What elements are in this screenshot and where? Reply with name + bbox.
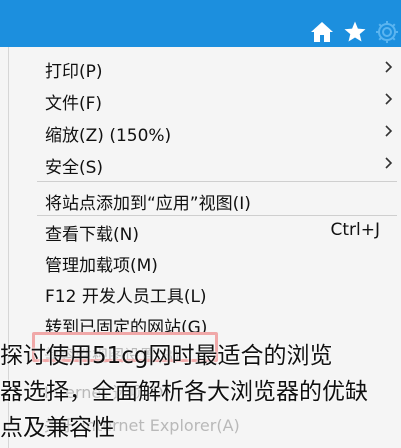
home-icon[interactable] [310, 20, 334, 44]
menu-item-shortcut: Ctrl+J [330, 220, 380, 240]
caption-line-2: 器选择，全面解析各大浏览器的优缺 [0, 379, 368, 405]
menu-item-add-site-to-apps[interactable]: 将站点添加到“应用”视图(I) [9, 184, 401, 216]
menu-item-label: 管理加载项(M) [45, 256, 158, 276]
chevron-right-icon [385, 157, 393, 169]
menu-item-label: 安全(S) [45, 158, 104, 178]
toolbar [0, 0, 401, 47]
menu-item-safety[interactable]: 安全(S) [9, 148, 401, 180]
caption-line-3: 点及兼容性 [0, 415, 115, 441]
menu-item-print[interactable]: 打印(P) [9, 52, 401, 84]
menu-item-manage-addons[interactable]: 管理加载项(M) [9, 246, 401, 278]
chevron-right-icon [385, 125, 393, 137]
menu-item-label: 查看下载(N) [45, 225, 139, 245]
caption-line-1: 探讨使用51cg网时最适合的浏览 [0, 343, 333, 369]
star-icon[interactable] [343, 20, 367, 44]
menu-item-label: 文件(F) [45, 94, 103, 114]
menu-item-file[interactable]: 文件(F) [9, 84, 401, 116]
menu-item-view-downloads[interactable]: 查看下载(N) Ctrl+J [9, 215, 401, 247]
menu-separator [37, 181, 397, 182]
menu-item-label: 将站点添加到“应用”视图(I) [45, 194, 251, 214]
menu-item-f12-devtools[interactable]: F12 开发人员工具(L) [9, 277, 401, 309]
chevron-right-icon [385, 93, 393, 105]
menu-item-label: F12 开发人员工具(L) [45, 287, 207, 307]
chevron-right-icon [385, 61, 393, 73]
menu-item-zoom[interactable]: 缩放(Z) (150%) [9, 116, 401, 148]
menu-item-label: 打印(P) [45, 62, 103, 82]
caption-overlay: 探讨使用51cg网时最适合的浏览 器选择，全面解析各大浏览器的优缺 点及兼容性 [0, 330, 401, 448]
gear-icon[interactable] [375, 20, 399, 44]
menu-item-label: 缩放(Z) (150%) [45, 126, 172, 146]
